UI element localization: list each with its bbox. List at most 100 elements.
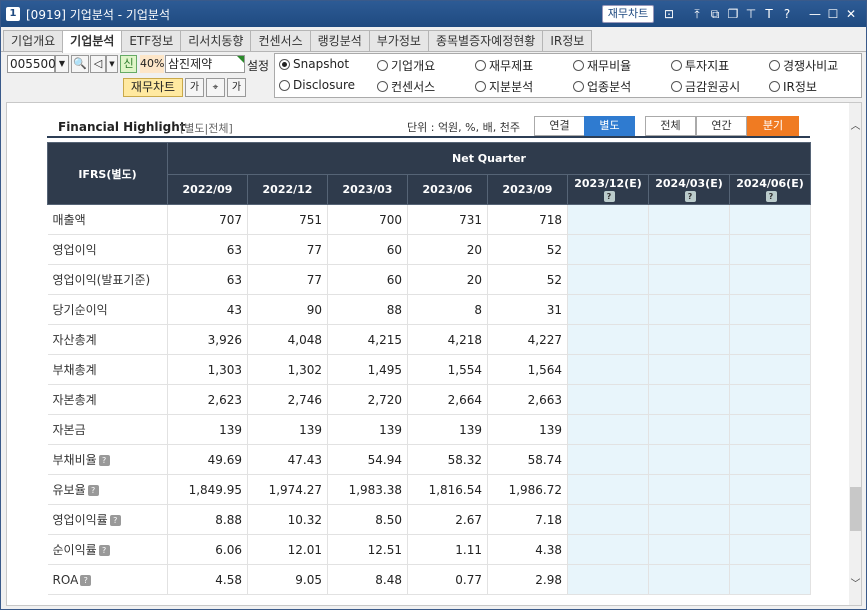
radio-dot-icon[interactable] (377, 60, 388, 71)
finance-chart-button[interactable]: 재무차트 (123, 78, 183, 97)
chevron-down-icon[interactable]: ▼ (106, 55, 118, 73)
tab-8[interactable]: IR정보 (542, 30, 593, 52)
financial-highlight-table: IFRS(별도) Net Quarter 2022/09 2022/12 2023/… (47, 142, 811, 595)
radio-label: 경쟁사비교 (783, 59, 839, 73)
help-icon[interactable]: ? (684, 191, 696, 202)
period-annual-button[interactable]: 연간 (696, 116, 747, 136)
radio-option-8[interactable]: 지분분석 (475, 78, 533, 95)
tab-0[interactable]: 기업개요 (3, 30, 64, 52)
radio-label: Snapshot (293, 57, 350, 71)
tab-5[interactable]: 랭킹분석 (309, 30, 370, 52)
radio-option-6[interactable]: Disclosure (279, 78, 355, 92)
restore-icon[interactable]: ❐ (724, 4, 742, 24)
table-cell (567, 414, 649, 445)
radio-option-11[interactable]: IR정보 (769, 78, 817, 95)
radio-option-5[interactable]: 경쟁사비교 (769, 57, 838, 74)
window-icon[interactable]: ⧉ (706, 4, 724, 24)
help-icon[interactable]: ? (87, 485, 99, 496)
help-icon[interactable]: ? (80, 574, 92, 586)
radio-dot-icon[interactable] (769, 81, 780, 92)
radio-option-1[interactable]: 기업개요 (377, 57, 435, 74)
radio-option-4[interactable]: 투자지표 (671, 57, 729, 74)
tab-3[interactable]: 리서치동향 (180, 30, 252, 52)
title-chart-button[interactable]: 재무차트 (602, 5, 654, 23)
close-icon[interactable]: ✕ (842, 4, 860, 24)
table-cell (648, 204, 730, 235)
table-cell (648, 444, 730, 475)
tab-1[interactable]: 기업분석 (62, 30, 123, 53)
basis-consolidated-button[interactable]: 연결 (534, 116, 585, 136)
table-cell (729, 564, 811, 595)
table-row: 부채총계 1,303 1,302 1,495 1,554 1,564 (47, 354, 811, 385)
radio-dot-icon[interactable] (279, 79, 290, 91)
period-all-button[interactable]: 전체 (645, 116, 696, 136)
chevron-down-icon[interactable]: ▼ (55, 55, 69, 73)
radio-option-2[interactable]: 재무제표 (475, 57, 533, 74)
radio-option-0[interactable]: Snapshot (279, 57, 349, 71)
table-cell: 12.01 (247, 534, 328, 565)
search-icon[interactable]: 🔍 (71, 55, 89, 73)
vertical-scrollbar[interactable]: ︿ ﹀ (849, 103, 861, 605)
font-larger-button[interactable]: 가 (227, 78, 246, 97)
pin-icon[interactable]: ⊤ (742, 4, 760, 24)
radio-option-9[interactable]: 업종분석 (573, 78, 631, 95)
settings-link[interactable]: 설정 (247, 57, 269, 74)
minimize-icon[interactable]: — (806, 4, 824, 24)
stock-name-field[interactable]: 삼진제약 (165, 55, 245, 73)
radio-dot-icon[interactable] (769, 60, 780, 71)
table-cell (648, 474, 730, 505)
scroll-down-icon[interactable]: ﹀ (849, 575, 861, 590)
radio-dot-icon[interactable] (573, 81, 584, 92)
radio-option-10[interactable]: 금감원공시 (671, 78, 740, 95)
scrollbar-thumb[interactable] (850, 487, 861, 531)
tab-6[interactable]: 부가정보 (368, 30, 429, 52)
tab-4[interactable]: 컨센서스 (250, 30, 311, 52)
radio-dot-icon[interactable] (475, 81, 486, 92)
radio-dot-icon[interactable] (475, 60, 486, 71)
radio-dot-icon[interactable] (279, 58, 290, 70)
table-cell: 10.32 (247, 504, 328, 535)
table-cell: 1,302 (247, 354, 328, 385)
row-label: 자산총계 (47, 324, 168, 355)
table-cell (567, 324, 649, 355)
table-cell (567, 354, 649, 385)
table-cell (729, 294, 811, 325)
period-quarter-button[interactable]: 분기 (747, 116, 799, 136)
tab-2[interactable]: ETF정보 (121, 30, 182, 52)
radio-dot-icon[interactable] (671, 60, 682, 71)
radio-option-3[interactable]: 재무비율 (573, 57, 631, 74)
help-icon[interactable]: ? (603, 191, 615, 202)
help-icon[interactable]: ? (765, 191, 777, 202)
row-label: 부채총계 (47, 354, 168, 385)
table-row: 부채비율? 49.69 47.43 54.94 58.32 58.74 (47, 444, 811, 475)
speaker-icon[interactable]: ◁ (90, 55, 106, 73)
font-icon[interactable]: T (760, 4, 778, 24)
table-cell (567, 474, 649, 505)
radio-option-7[interactable]: 컨센서스 (377, 78, 435, 95)
toolbar: 005500 ▼ 🔍 ◁ ▼ 신 40% 삼진제약 설정 재무차트 가 ⌖ 가 … (1, 52, 866, 100)
upload-icon[interactable]: ⤒ (688, 4, 706, 24)
basis-separate-button[interactable]: 별도 (584, 116, 635, 136)
unit-label: 단위 : 억원, %, 배, 천주 (407, 121, 520, 134)
radio-dot-icon[interactable] (377, 81, 388, 92)
stock-code-input[interactable]: 005500 (7, 55, 56, 73)
tab-7[interactable]: 종목별증자예정현황 (427, 30, 544, 52)
fit-button[interactable]: ⌖ (206, 78, 225, 97)
table-cell: 1,849.95 (167, 474, 248, 505)
table-cell: 90 (247, 294, 328, 325)
table-cell (729, 354, 811, 385)
tab-bar: 기업개요 기업분석 ETF정보 리서치동향 컨센서스 랭킹분석 부가정보 종목별증자예정현황 I… (3, 30, 593, 53)
ratio-badge: 40% (140, 55, 164, 73)
help-icon[interactable]: ? (98, 455, 110, 466)
table-cell: 6.06 (167, 534, 248, 565)
chart-icon[interactable]: ⊡ (660, 4, 678, 24)
maximize-icon[interactable]: ☐ (824, 4, 842, 24)
font-smaller-button[interactable]: 가 (185, 78, 204, 97)
radio-dot-icon[interactable] (671, 81, 682, 92)
radio-dot-icon[interactable] (573, 60, 584, 71)
help-icon[interactable]: ? (778, 4, 796, 24)
scroll-up-icon[interactable]: ︿ (849, 117, 861, 132)
help-icon[interactable]: ? (109, 515, 121, 526)
help-icon[interactable]: ? (98, 545, 110, 556)
table-cell: 49.69 (167, 444, 248, 475)
